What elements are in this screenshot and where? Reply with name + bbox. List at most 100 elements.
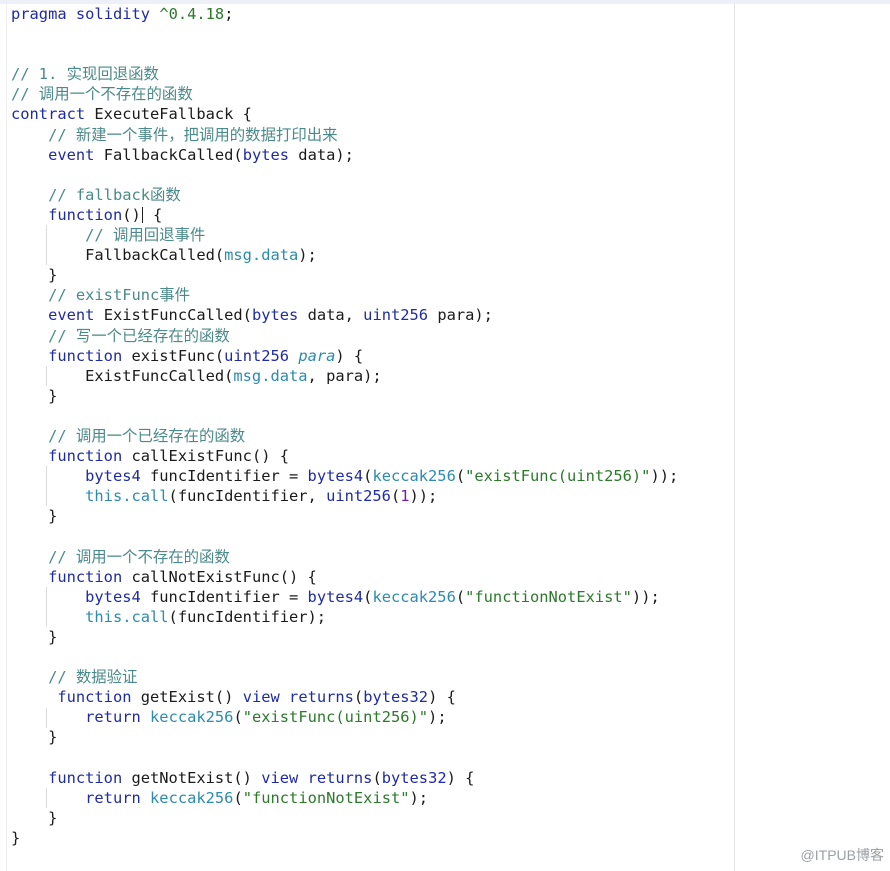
code-line[interactable]: // 调用一个不存在的函数 bbox=[11, 547, 890, 567]
code-token: FallbackCalled( bbox=[11, 246, 225, 265]
code-line[interactable]: function() { bbox=[6, 204, 890, 226]
code-line[interactable]: return keccak256("existFunc(uint256)"); bbox=[11, 707, 890, 727]
type-token: uint256 bbox=[224, 346, 290, 365]
code-line[interactable]: } bbox=[11, 506, 890, 526]
code-line[interactable]: } bbox=[11, 627, 890, 647]
keyword-token: contract bbox=[11, 105, 86, 124]
comment-token: // 数据验证 bbox=[48, 668, 138, 687]
string-token: "functionNotExist" bbox=[242, 788, 410, 807]
keyword-token: function bbox=[57, 688, 132, 707]
code-line[interactable]: // fallback函数 bbox=[11, 185, 890, 205]
type-token: bytes4 bbox=[307, 467, 364, 486]
code-token: )); bbox=[650, 467, 679, 486]
code-token: ) { bbox=[446, 768, 475, 787]
keyword-token: returns bbox=[289, 688, 354, 707]
code-token: ); bbox=[428, 708, 447, 727]
code-line[interactable] bbox=[11, 44, 890, 64]
comment-token: // fallback函数 bbox=[48, 185, 181, 204]
code-line[interactable] bbox=[11, 24, 890, 44]
code-line[interactable] bbox=[11, 165, 890, 185]
code-token: FallbackCalled( bbox=[94, 145, 243, 164]
code-line[interactable]: function existFunc(uint256 para) { bbox=[11, 346, 890, 366]
code-line[interactable]: // 写一个已经存在的函数 bbox=[11, 326, 890, 346]
code-line[interactable]: event FallbackCalled(bytes data); bbox=[11, 145, 890, 165]
code-line[interactable]: // 调用一个已经存在的函数 bbox=[11, 426, 890, 446]
code-token: ( bbox=[353, 688, 364, 707]
indent-guide bbox=[46, 787, 47, 808]
string-token: "existFunc(uint256)" bbox=[465, 467, 651, 486]
code-line[interactable]: // 数据验证 bbox=[11, 667, 890, 687]
code-line[interactable]: function callNotExistFunc() { bbox=[11, 567, 890, 587]
number-token: 1 bbox=[400, 487, 410, 506]
code-line[interactable] bbox=[11, 526, 890, 546]
code-token: )); bbox=[631, 587, 660, 606]
code-line[interactable]: function getExist() view returns(bytes32… bbox=[11, 687, 890, 707]
code-line[interactable]: event ExistFuncCalled(bytes data, uint25… bbox=[11, 305, 890, 325]
code-editor[interactable]: pragma solidity ^0.4.18;// 1. 实现回退函数// 调… bbox=[0, 0, 890, 871]
comment-token: // 调用回退事件 bbox=[85, 226, 206, 245]
member-token: msg.data bbox=[233, 366, 308, 385]
code-line[interactable]: // 调用一个不存在的函数 bbox=[11, 84, 890, 104]
code-line[interactable] bbox=[11, 406, 890, 426]
code-token: ExistFuncCalled( bbox=[11, 366, 234, 385]
code-line[interactable]: // 调用回退事件 bbox=[11, 225, 890, 245]
comment-token: // 写一个已经存在的函数 bbox=[48, 326, 230, 345]
code-line[interactable]: FallbackCalled(msg.data); bbox=[11, 245, 890, 265]
code-token: ExecuteFallback { bbox=[85, 105, 252, 124]
code-line[interactable]: } bbox=[11, 727, 890, 747]
code-line[interactable]: // 1. 实现回退函数 bbox=[11, 64, 890, 84]
type-token: bytes32 bbox=[381, 768, 447, 787]
code-token: } bbox=[11, 808, 58, 827]
keyword-token: return bbox=[85, 788, 141, 807]
keyword-token: function bbox=[48, 205, 123, 224]
code-line[interactable]: } bbox=[11, 386, 890, 406]
code-line[interactable]: } bbox=[11, 828, 890, 848]
string-token: "existFunc(uint256)" bbox=[242, 708, 429, 727]
code-line[interactable]: ExistFuncCalled(msg.data, para); bbox=[11, 366, 890, 386]
code-line[interactable] bbox=[11, 647, 890, 667]
code-line[interactable]: this.call(funcIdentifier, uint256(1)); bbox=[11, 486, 890, 506]
code-token: para); bbox=[428, 306, 493, 325]
param-token: para bbox=[298, 346, 336, 365]
code-line[interactable]: pragma solidity ^0.4.18; bbox=[11, 4, 890, 24]
code-token: callExistFunc() { bbox=[122, 447, 290, 466]
code-line[interactable]: bytes4 funcIdentifier = bytes4 (keccak256… bbox=[11, 587, 890, 607]
code-line[interactable]: } bbox=[11, 808, 890, 828]
code-token: () bbox=[122, 205, 141, 224]
code-line[interactable]: function getNotExist() view returns(byte… bbox=[11, 768, 890, 788]
code-line[interactable]: bytes4 funcIdentifier = bytes4 (keccak256… bbox=[11, 466, 890, 486]
code-line[interactable] bbox=[11, 747, 890, 767]
code-token: { bbox=[143, 205, 163, 224]
code-line[interactable]: // existFunc事件 bbox=[11, 285, 890, 305]
code-area[interactable]: pragma solidity ^0.4.18;// 1. 实现回退函数// 调… bbox=[6, 4, 890, 848]
code-line[interactable]: } bbox=[11, 265, 890, 285]
gutter-line bbox=[6, 4, 7, 871]
code-line[interactable]: return keccak256("functionNotExist"); bbox=[11, 788, 890, 808]
member-token: keccak256 bbox=[372, 587, 456, 606]
text-cursor bbox=[141, 207, 143, 224]
code-token: (funcIdentifier); bbox=[168, 607, 327, 626]
code-token: (funcIdentifier, bbox=[168, 487, 327, 506]
comment-token: // 调用一个不存在的函数 bbox=[48, 547, 230, 566]
code-line[interactable]: // 新建一个事件，把调用的数据打印出来 bbox=[11, 125, 890, 145]
keyword-token: function bbox=[48, 447, 123, 466]
keyword-token: event bbox=[48, 145, 95, 164]
keyword-token: return bbox=[85, 708, 141, 727]
code-line[interactable]: function callExistFunc() { bbox=[11, 446, 890, 466]
code-line[interactable]: this.call(funcIdentifier); bbox=[11, 607, 890, 627]
code-line[interactable]: contract ExecuteFallback { bbox=[11, 104, 890, 124]
watermark: @ITPUB博客 bbox=[800, 847, 884, 863]
